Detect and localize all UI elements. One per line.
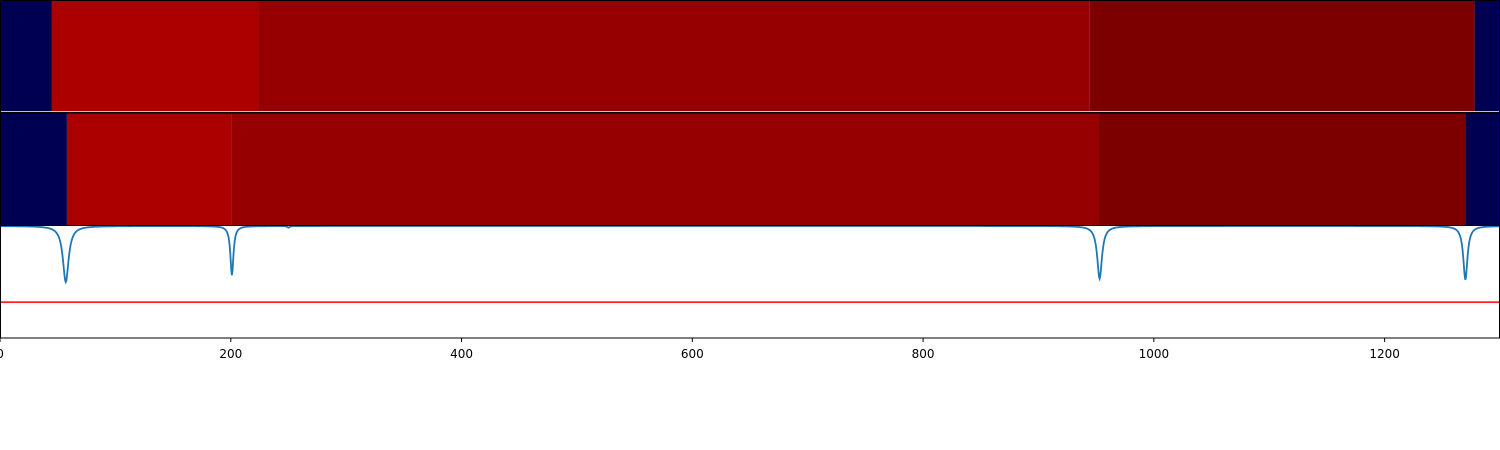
heatmap-segment-top-5 bbox=[1474, 1, 1500, 112]
heatmap-panel-top bbox=[0, 1, 1500, 112]
heatmap-panel-middle bbox=[0, 113, 1500, 225]
heatmap-segment-middle-1 bbox=[0, 113, 67, 225]
heatmap-figure: 0 200 400 600 800 1000 1200 bbox=[0, 0, 1500, 361]
heatmap-segment-top-1 bbox=[0, 1, 52, 112]
heatmap-segment-middle-5 bbox=[1465, 113, 1500, 225]
x-tick-label-600: 600 bbox=[681, 347, 704, 361]
heatmap-segment-middle-3 bbox=[231, 113, 1099, 225]
heatmap-segment-middle-2 bbox=[66, 113, 232, 225]
x-tick-label-200: 200 bbox=[219, 347, 242, 361]
x-axis: 0 200 400 600 800 1000 1200 bbox=[0, 338, 1400, 361]
heatmap-segment-top-2 bbox=[51, 1, 259, 112]
x-tick-label-800: 800 bbox=[912, 347, 935, 361]
signal-panel-background bbox=[0, 226, 1500, 338]
x-tick-label-0: 0 bbox=[0, 347, 4, 361]
x-tick-label-1000: 1000 bbox=[1139, 347, 1170, 361]
heatmap-segment-top-4 bbox=[1089, 1, 1475, 112]
heatmap-segment-middle-4 bbox=[1098, 113, 1466, 225]
heatmap-segment-top-3 bbox=[258, 1, 1090, 112]
x-tick-label-1200: 1200 bbox=[1369, 347, 1400, 361]
x-tick-label-400: 400 bbox=[450, 347, 473, 361]
